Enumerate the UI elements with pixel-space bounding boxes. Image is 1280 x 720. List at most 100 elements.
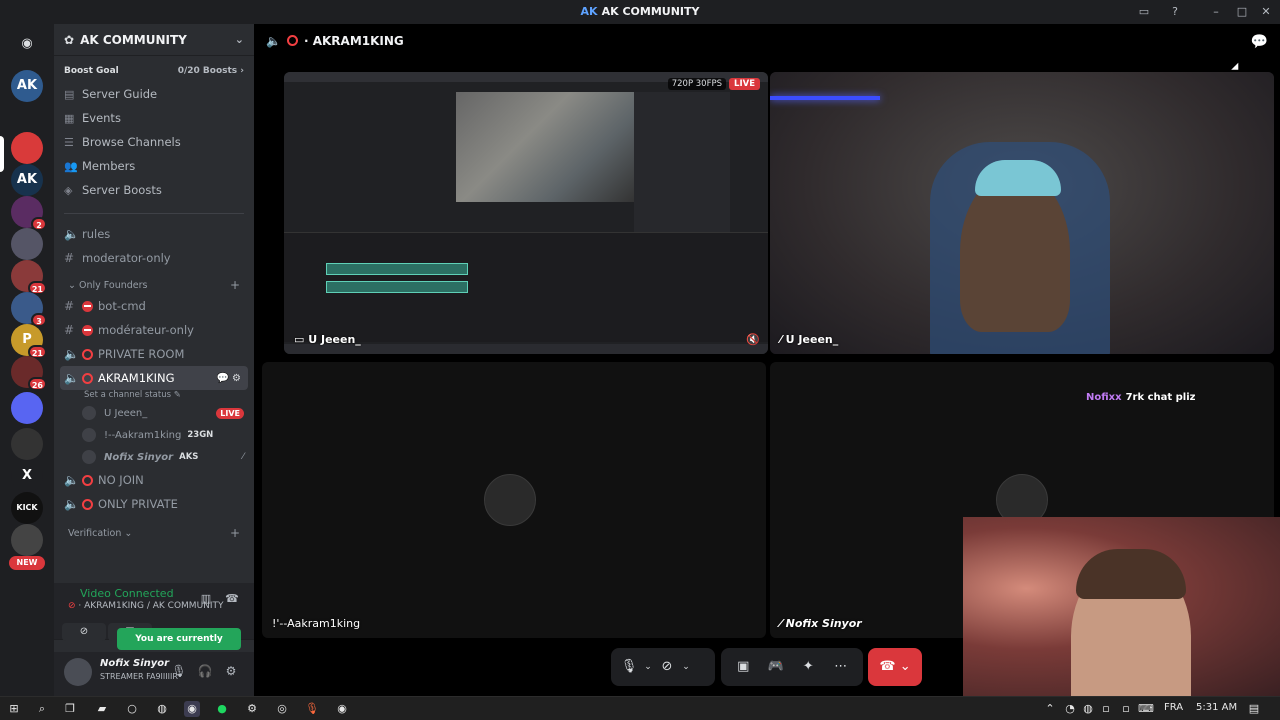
live-badge: LIVE [729,78,760,90]
server-icon[interactable]: AK [11,164,43,196]
maximize-button[interactable]: □ [1234,4,1250,20]
user-name: Nofix Sinyor [100,658,170,669]
more-options-icon[interactable]: ⋯ [829,655,853,679]
server-icon[interactable]: P 21 [11,324,47,359]
tray-icon[interactable]: ◔ [1062,701,1078,717]
disconnect-icon[interactable]: ☎ [224,591,240,607]
members-icon: 👥 [64,159,78,173]
webcam-tile-ujeeen[interactable]: ⁄ U Jeeen_ [770,72,1274,354]
server-icon[interactable]: KICK [11,492,43,524]
discord-taskbar-icon[interactable]: ◉ [184,701,200,717]
server-guide-icon: ▤ [64,87,75,101]
no-entry-icon [82,324,93,336]
nav-events[interactable]: ▦ Events [54,106,254,130]
mic-icon[interactable]: 🎙 [170,662,188,680]
channel-bot-cmd[interactable]: # bot-cmd [54,294,254,318]
channel-moderator-only[interactable]: # moderator-only [54,246,254,270]
search-icon[interactable]: ⌕ [34,701,50,717]
voice-user-aakram1king[interactable]: !--Aakram1king 23GN [54,424,254,446]
chrome-icon[interactable]: ◍ [154,701,170,717]
channel-rules[interactable]: 🔈 rules [54,222,254,246]
server-icon[interactable] [11,524,43,556]
participant-tile-aakram1king[interactable]: !'--Aakram1king [262,362,766,638]
server-icon[interactable]: 21 [11,260,47,295]
picture-in-picture-webcam[interactable] [963,517,1280,696]
file-explorer-icon[interactable]: ▰ [94,701,110,717]
server-icon[interactable]: 2 [11,196,47,231]
channel-only-private[interactable]: 🔈 ONLY PRIVATE [54,492,254,516]
help-icon[interactable]: ? [1167,4,1183,20]
chevron-up-icon[interactable]: ⌃ [1042,701,1058,717]
channel-akram1king[interactable]: 🔈 AKRAM1KING 💬⚙ [60,366,248,390]
settings-gear-icon[interactable]: ⚙ [222,662,240,680]
server-icon[interactable]: 26 [11,356,47,391]
category-label: ⌄ Only Founders [68,279,148,291]
notifications-icon[interactable]: ▤ [1246,701,1262,717]
voice-status: Video Connected [80,587,174,600]
inbox-icon[interactable]: ▭ [1136,4,1152,20]
share-screen-icon[interactable]: ▣ [731,655,755,679]
chevron-down-icon[interactable]: ⌄ [679,655,693,679]
language-indicator[interactable]: FRA [1164,702,1183,713]
camera-off-icon[interactable]: ⊘ [655,655,679,679]
add-channel-icon[interactable]: + [230,278,240,292]
nav-members[interactable]: 👥 Members [54,154,254,178]
mic-icon[interactable]: 🎙 [617,655,641,679]
server-icon[interactable]: AK [11,70,43,102]
avatar [82,450,96,464]
tray-icon[interactable]: ▫ [1118,701,1134,717]
set-channel-status[interactable]: Set a channel status ✎ [54,390,254,402]
opera-icon[interactable]: ○ [124,701,140,717]
server-icon[interactable] [11,392,43,424]
spotify-icon[interactable]: ● [214,701,230,717]
boost-goal[interactable]: Boost Goal 0/20 Boosts › [64,66,244,76]
voice-channel-icon: 🔈 [64,347,79,361]
task-view-icon[interactable]: ❐ [62,701,78,717]
server-icon[interactable] [11,132,43,164]
voice-user-ujeeen[interactable]: U Jeeen_ LIVE [54,402,254,424]
add-channel-icon[interactable]: + [230,526,240,540]
hang-up-icon: ☎ ⌄ [879,659,911,674]
tray-icon[interactable]: ▫ [1098,701,1114,717]
chevron-down-icon[interactable]: ⌄ [641,655,655,679]
server-header[interactable]: ✿ AK COMMUNITY ⌄ [54,24,254,56]
app-icon[interactable]: ◉ [334,701,350,717]
recorder-icon[interactable]: 🎙 [304,701,320,717]
obs-icon[interactable]: ◎ [274,701,290,717]
camera-off-button[interactable]: ⊘ [62,623,106,641]
chat-bubble-icon[interactable]: 💬 [1251,34,1268,50]
server-icon[interactable]: 3 [11,292,47,327]
server-icon[interactable]: X [11,460,43,492]
nav-server-guide[interactable]: ▤ Server Guide [54,82,254,106]
resolution-badge: 720P 30FPS [667,78,726,90]
server-name: AK COMMUNITY [80,32,187,47]
voice-user-nofix[interactable]: Nofix Sinyor AKS ⁄ [54,446,254,468]
disconnect-button[interactable]: ☎ ⌄ [868,648,922,686]
soundboard-icon[interactable]: ✦ [796,655,820,679]
webcam-feed [770,72,1274,354]
category-only-founders[interactable]: ⌄ Only Founders + [54,276,254,294]
channel-actions[interactable]: 💬⚙ [217,373,244,384]
server-icon[interactable] [11,228,43,260]
avatar[interactable] [64,658,92,686]
nav-server-boosts[interactable]: ◈ Server Boosts [54,178,254,202]
tray-icon[interactable]: ◍ [1080,701,1096,717]
clock[interactable]: 5:31 AM [1196,702,1237,713]
nav-browse-channels[interactable]: ☰ Browse Channels [54,130,254,154]
activities-icon[interactable]: 🎮 [764,655,788,679]
server-icon[interactable] [11,428,43,460]
minimize-button[interactable]: – [1208,4,1224,20]
headphones-icon[interactable]: 🎧 [196,662,214,680]
channel-private-room[interactable]: 🔈 PRIVATE ROOM [54,342,254,366]
noise-suppression-icon[interactable]: ▥ [198,591,214,607]
channel-moderateur-only[interactable]: # modérateur-only [54,318,254,342]
screen-share-tile[interactable]: 720P 30FPS LIVE ▭ U Jeeen_ 🔇 [284,72,768,354]
channel-no-join[interactable]: 🔈 NO JOIN [54,468,254,492]
keyboard-icon[interactable]: ⌨ [1138,701,1154,717]
discord-logo-icon[interactable]: ◉ [11,28,43,60]
windows-start-icon[interactable]: ⊞ [6,701,22,717]
speaker-muted-icon[interactable]: 🔇 [746,333,760,346]
close-window-button[interactable]: ✕ [1258,4,1274,20]
category-verification[interactable]: Verification ⌄ + [54,524,254,542]
steam-icon[interactable]: ⚙ [244,701,260,717]
